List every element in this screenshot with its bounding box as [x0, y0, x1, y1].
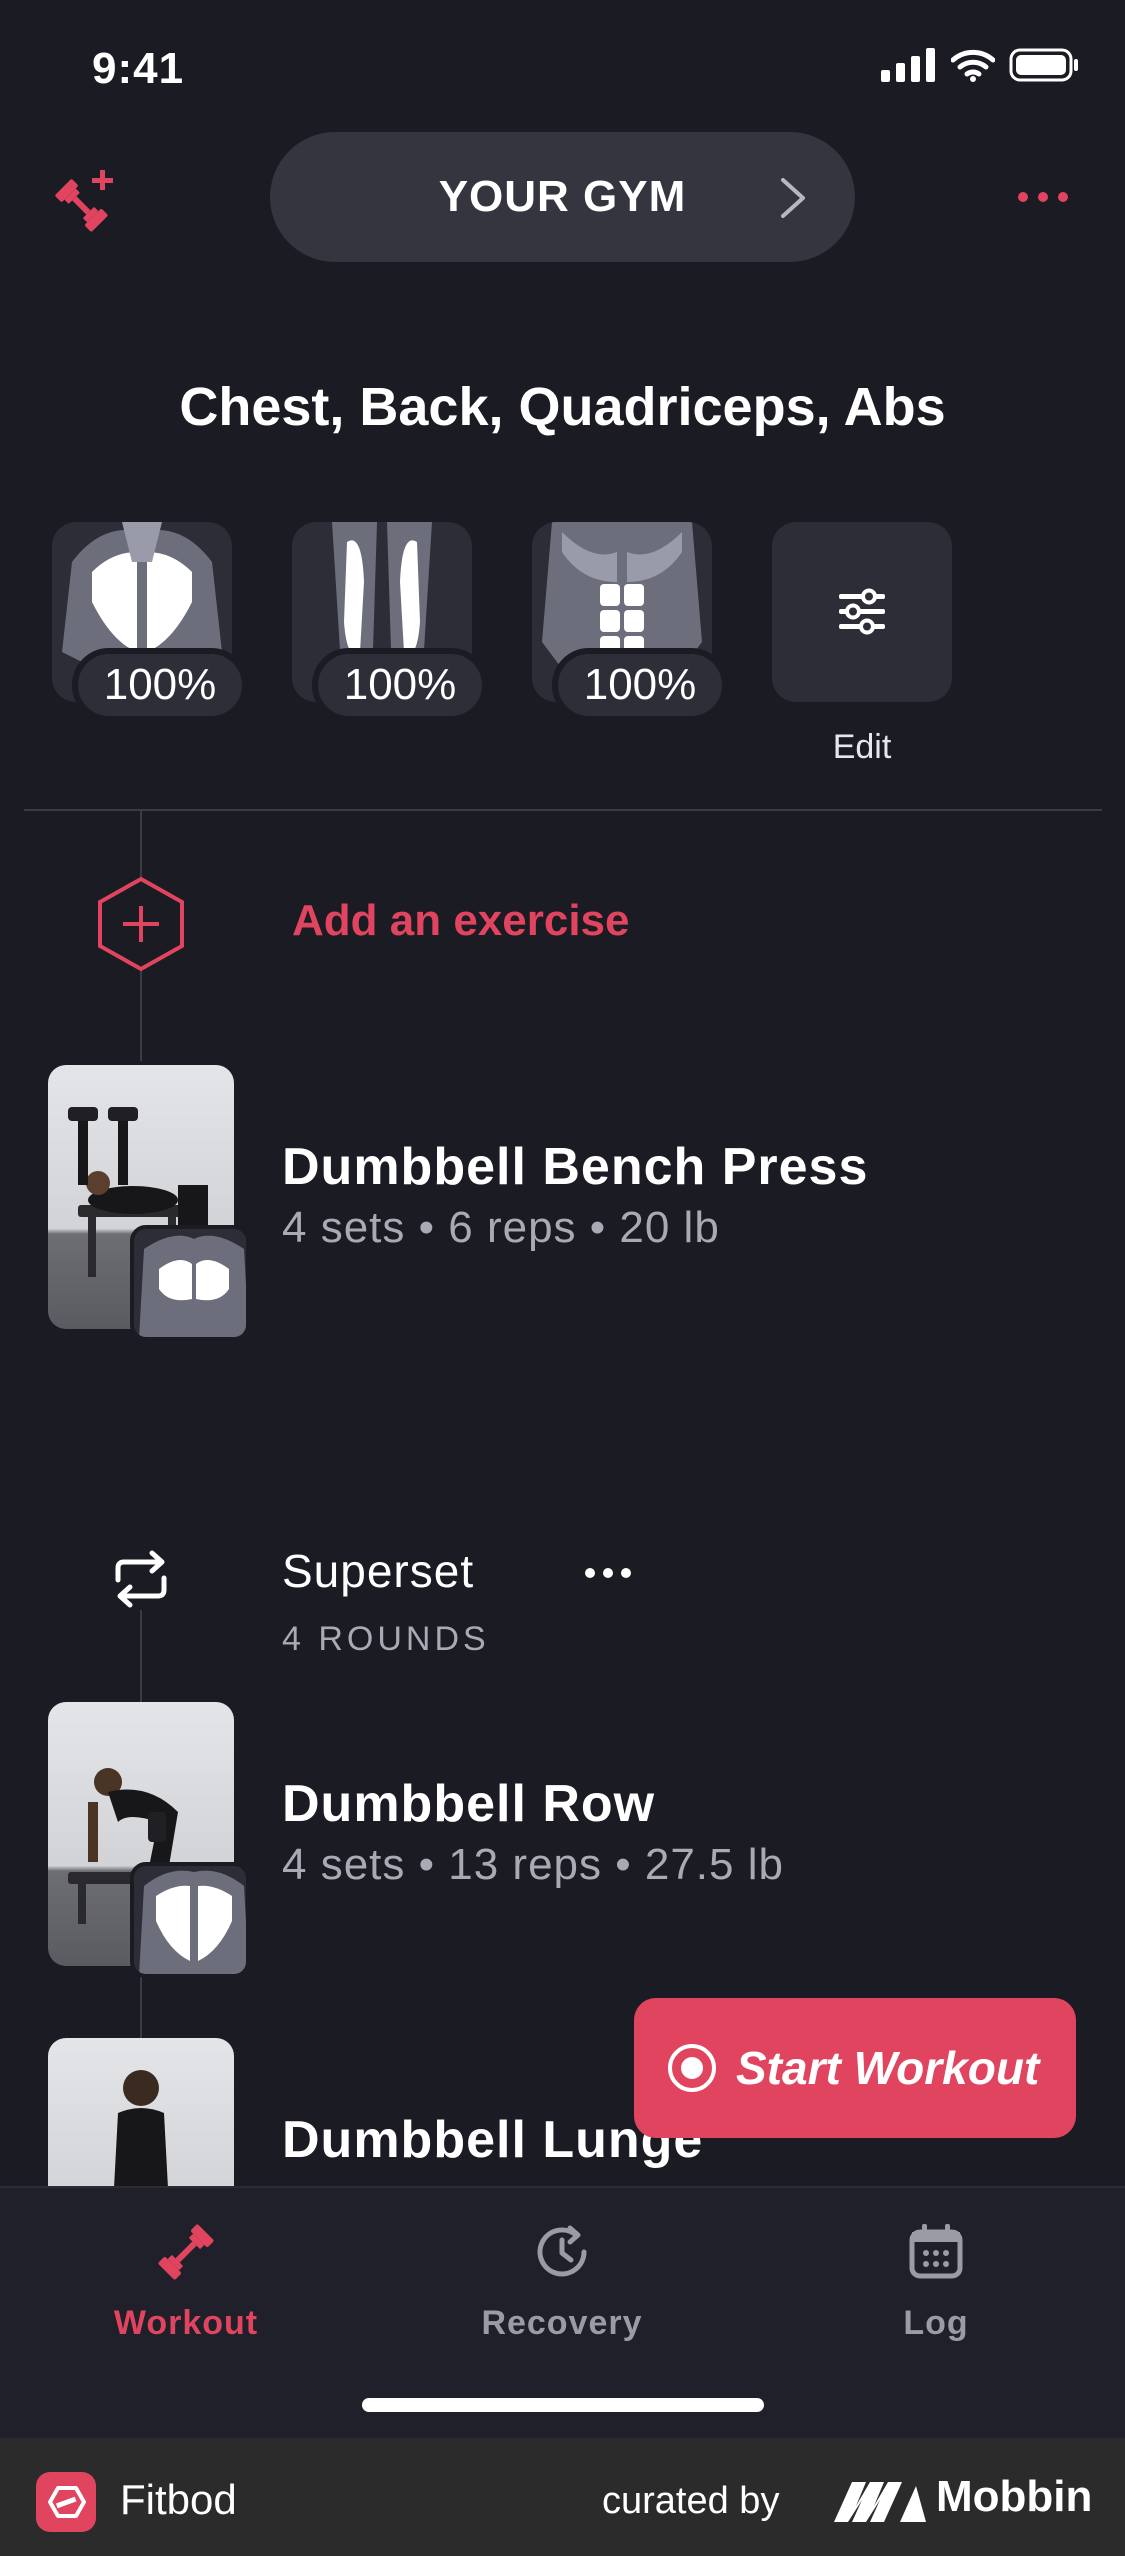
dumbbell-icon — [158, 2224, 214, 2280]
chest-muscle-icon — [139, 1235, 246, 1337]
status-time: 9:41 — [92, 44, 185, 93]
top-bar: YOUR GYM — [0, 130, 1125, 266]
muscle-groups-row: 100% 100% 100% Edit — [52, 522, 1082, 782]
more-options-icon[interactable] — [1017, 190, 1069, 204]
footer-brand-name: Mobbin — [936, 2472, 1093, 2521]
wifi-icon — [951, 49, 995, 82]
calendar-icon — [909, 2224, 963, 2279]
home-indicator — [362, 2398, 764, 2412]
gym-selector-button[interactable]: YOUR GYM — [270, 132, 855, 262]
recovery-badge: 100% — [552, 648, 728, 722]
footer-curated-by: curated by — [602, 2480, 780, 2522]
exercise-meta: 4 sets • 13 reps • 27.5 lb — [282, 1840, 784, 1889]
start-workout-button[interactable]: Start Workout — [634, 1998, 1076, 2138]
exercise-name: Dumbbell Bench Press — [282, 1138, 869, 1196]
tab-recovery[interactable]: Recovery — [432, 2208, 692, 2358]
gym-selector-label: YOUR GYM — [438, 172, 687, 221]
mobbin-logo-icon — [834, 2482, 926, 2522]
tab-workout-label: Workout — [113, 2304, 259, 2342]
exercise-item[interactable]: Dumbbell Row 4 sets • 13 reps • 27.5 lb — [0, 1702, 1125, 1982]
recovery-badge: 100% — [72, 648, 248, 722]
person-lunge-image — [114, 2070, 168, 2186]
back-muscle-badge — [130, 1862, 250, 1978]
exercise-meta: 4 sets • 6 reps • 20 lb — [282, 1203, 720, 1252]
back-muscle-icon — [139, 1870, 246, 1974]
footer-app-name: Fitbod — [120, 2476, 237, 2523]
exercise-item[interactable]: Dumbbell Bench Press 4 sets • 6 reps • 2… — [0, 1065, 1125, 1345]
start-workout-label: Start Workout — [736, 2042, 1040, 2094]
superset-more-icon[interactable] — [584, 1566, 632, 1580]
superset-header: Superset 4 ROUNDS — [0, 1540, 1125, 1670]
recovery-badge: 100% — [312, 648, 488, 722]
exercise-photo — [48, 2038, 234, 2186]
repeat-icon — [115, 1550, 167, 1608]
exercise-name: Dumbbell Row — [282, 1775, 656, 1833]
add-exercise-label: Add an exercise — [292, 896, 630, 945]
superset-title: Superset — [282, 1545, 475, 1597]
battery-icon — [1009, 48, 1078, 82]
edit-muscles-label: Edit — [832, 728, 892, 766]
add-hexagon-icon — [98, 876, 184, 972]
attribution-footer: Fitbod curated by Mobbin — [0, 2438, 1125, 2556]
tab-workout[interactable]: Workout — [56, 2208, 316, 2358]
add-equipment-icon[interactable] — [50, 164, 120, 234]
fitbod-logo-icon — [36, 2472, 96, 2532]
tab-recovery-label: Recovery — [481, 2304, 643, 2342]
muscle-groups-title: Chest, Back, Quadriceps, Abs — [179, 377, 946, 437]
chevron-right-icon — [781, 178, 805, 218]
edit-muscles-button[interactable] — [772, 522, 952, 702]
add-exercise-button[interactable]: Add an exercise — [0, 872, 1125, 972]
status-bar: 9:41 — [0, 0, 1125, 140]
section-divider — [24, 809, 1102, 811]
chest-muscle-badge — [130, 1225, 250, 1341]
superset-rounds: 4 ROUNDS — [282, 1620, 490, 1658]
tab-log[interactable]: Log — [806, 2208, 1066, 2358]
sliders-icon — [839, 588, 885, 635]
status-icons — [881, 48, 1079, 82]
recovery-clock-icon — [537, 2225, 587, 2277]
tab-log-label: Log — [903, 2304, 969, 2342]
cellular-signal-icon — [881, 48, 935, 82]
record-icon — [668, 2044, 716, 2092]
